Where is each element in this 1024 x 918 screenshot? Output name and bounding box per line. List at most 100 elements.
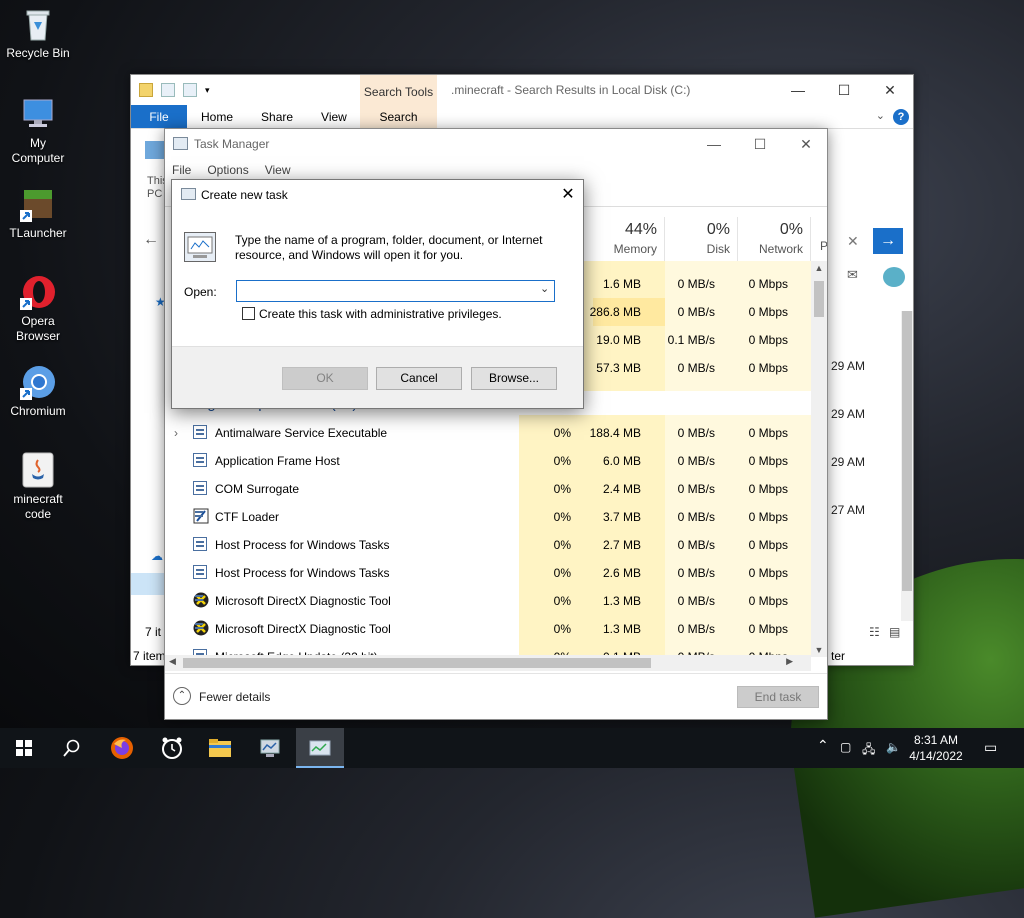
- clear-search-icon[interactable]: ✕: [847, 233, 859, 250]
- date-modified: 29 AM: [831, 455, 866, 469]
- admin-privileges-checkbox[interactable]: [242, 307, 255, 320]
- explorer-scroll-thumb[interactable]: [902, 311, 912, 591]
- scroll-right-icon[interactable]: ▶: [786, 656, 793, 667]
- menu-options[interactable]: Options: [207, 163, 248, 177]
- help-icon[interactable]: ?: [893, 109, 909, 125]
- admin-privileges-label[interactable]: Create this task with administrative pri…: [259, 307, 502, 321]
- large-icons-view-icon[interactable]: ▤: [889, 625, 900, 639]
- close-icon[interactable]: ✕: [553, 180, 583, 210]
- column-header-power[interactable]: P: [811, 217, 827, 261]
- new-folder-icon[interactable]: [183, 83, 197, 97]
- chevron-down-icon[interactable]: ▾: [205, 85, 210, 96]
- close-button[interactable]: ✕: [867, 75, 913, 105]
- fewer-details-link[interactable]: Fewer details: [199, 690, 270, 704]
- task-manager-title-bar[interactable]: Task Manager — ☐ ✕: [165, 129, 827, 159]
- chevron-right-icon[interactable]: ›: [174, 426, 178, 440]
- search-options-icon[interactable]: [883, 267, 905, 287]
- tab-home[interactable]: Home: [187, 105, 247, 128]
- search-go-button[interactable]: →: [873, 228, 903, 254]
- menu-file[interactable]: File: [172, 163, 191, 177]
- table-row[interactable]: › Antimalware Service Executable 0% 188.4 M…: [165, 419, 811, 447]
- open-label: Open:: [184, 285, 217, 299]
- alarm-clock-icon: [162, 737, 182, 759]
- desktop-icon-chromium[interactable]: Chromium: [2, 364, 74, 419]
- memory-cell: 57.3 MB: [596, 361, 641, 375]
- process-icon: [193, 565, 207, 579]
- table-row[interactable]: Application Frame Host 0% 6.0 MB 0 MB/s 0 Mb…: [165, 447, 811, 475]
- chevron-up-icon[interactable]: ⌃: [173, 687, 191, 705]
- system-clock[interactable]: 8:31 AM 4/14/2022: [906, 732, 966, 764]
- memory-cell: 188.4 MB: [589, 426, 641, 440]
- table-row[interactable]: Microsoft DirectX Diagnostic Tool 0% 1.3 M…: [165, 587, 811, 615]
- details-view-icon[interactable]: ☷: [869, 625, 880, 639]
- network-cell: 0 Mbps: [748, 594, 788, 608]
- desktop-icon-recycle-bin[interactable]: Recycle Bin: [2, 6, 74, 61]
- taskbar-task-manager[interactable]: [296, 728, 344, 768]
- volume-icon[interactable]: 🔈: [886, 740, 901, 754]
- chevron-down-icon[interactable]: ⌄: [876, 109, 885, 122]
- search-icon: [63, 739, 80, 757]
- dialog-title-bar[interactable]: Create new task ✕: [172, 180, 583, 210]
- email-icon[interactable]: ✉: [847, 267, 858, 283]
- search-button[interactable]: [48, 728, 96, 768]
- table-row[interactable]: Microsoft DirectX Diagnostic Tool 0% 1.3 M…: [165, 615, 811, 643]
- browse-button[interactable]: Browse...: [471, 367, 557, 390]
- column-header-memory[interactable]: 44% Memory: [591, 217, 665, 261]
- network-cell: 0 Mbps: [748, 538, 788, 552]
- desktop-icon-label: minecraft code: [13, 492, 63, 521]
- cancel-button[interactable]: Cancel: [376, 367, 462, 390]
- nav-selected-item[interactable]: [131, 573, 165, 595]
- table-row[interactable]: COM Surrogate 0% 2.4 MB 0 MB/s 0 Mbps: [165, 475, 811, 503]
- table-row[interactable]: CTF Loader 0% 3.7 MB 0 MB/s 0 Mbps: [165, 503, 811, 531]
- vertical-scrollbar[interactable]: ▲ ▼: [811, 261, 827, 657]
- menu-view[interactable]: View: [265, 163, 291, 177]
- ok-button[interactable]: OK: [282, 367, 368, 390]
- scroll-left-icon[interactable]: ◀: [169, 656, 176, 667]
- desktop-icon-minecraft-code[interactable]: minecraft code: [2, 452, 74, 522]
- tray-app-icon[interactable]: ▢: [840, 740, 851, 754]
- table-row[interactable]: Host Process for Windows Tasks 0% 2.7 MB 0 …: [165, 531, 811, 559]
- start-button[interactable]: [0, 728, 48, 768]
- create-new-task-dialog[interactable]: Create new task ✕ Type the name of a pro…: [171, 179, 584, 409]
- taskbar-clock-app[interactable]: [148, 728, 196, 768]
- desktop-icon-tlauncher[interactable]: TLauncher: [2, 186, 74, 241]
- scroll-up-icon[interactable]: ▲: [811, 263, 827, 273]
- tab-view[interactable]: View: [307, 105, 361, 128]
- network-icon[interactable]: 🖧: [862, 740, 875, 761]
- column-header-disk[interactable]: 0% Disk: [665, 217, 738, 261]
- process-name: Microsoft DirectX Diagnostic Tool: [215, 594, 391, 608]
- disk-label: Disk: [706, 242, 730, 256]
- cpu-cell: 0%: [553, 426, 571, 440]
- network-cell: 0 Mbps: [748, 622, 788, 636]
- open-input[interactable]: [236, 280, 555, 302]
- desktop-icon-opera[interactable]: Opera Browser: [2, 274, 74, 344]
- tab-share[interactable]: Share: [247, 105, 307, 128]
- maximize-button[interactable]: ☐: [737, 129, 783, 159]
- properties-icon[interactable]: [161, 83, 175, 97]
- tab-search[interactable]: Search: [360, 105, 437, 129]
- scroll-down-icon[interactable]: ▼: [811, 645, 827, 655]
- desktop-icon-my-computer[interactable]: My Computer: [2, 96, 74, 166]
- taskbar-dxdiag[interactable]: [246, 728, 294, 768]
- tab-file[interactable]: File: [131, 105, 187, 128]
- taskbar-firefox[interactable]: [98, 728, 146, 768]
- close-button[interactable]: ✕: [783, 129, 829, 159]
- end-task-button[interactable]: End task: [737, 686, 819, 708]
- task-manager-footer: ⌃ Fewer details End task: [165, 673, 827, 719]
- network-percent: 0%: [779, 221, 803, 238]
- table-row[interactable]: Host Process for Windows Tasks 0% 2.6 MB 0 …: [165, 559, 811, 587]
- recycle-bin-icon: [20, 6, 56, 42]
- chevron-down-icon[interactable]: ⌄: [540, 282, 549, 295]
- notifications-icon[interactable]: ▭: [984, 739, 997, 756]
- taskbar-file-explorer[interactable]: [196, 728, 244, 768]
- minimize-button[interactable]: —: [775, 75, 821, 105]
- horizontal-scroll-thumb[interactable]: [183, 658, 651, 668]
- minimize-button[interactable]: —: [691, 129, 737, 159]
- column-header-network[interactable]: 0% Network: [738, 217, 811, 261]
- maximize-button[interactable]: ☐: [821, 75, 867, 105]
- back-arrow-icon[interactable]: ←: [143, 231, 159, 249]
- explorer-title-bar[interactable]: ▾ Search Tools .minecraft - Search Resul…: [131, 75, 913, 105]
- process-name: Host Process for Windows Tasks: [215, 566, 390, 580]
- vertical-scroll-thumb[interactable]: [814, 281, 824, 317]
- chevron-up-icon[interactable]: ⌃: [817, 737, 829, 754]
